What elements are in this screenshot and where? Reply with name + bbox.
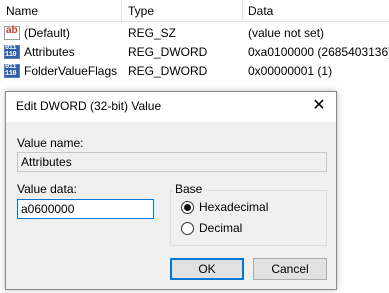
radio-decimal-label[interactable]: Decimal — [199, 221, 242, 235]
column-header-name[interactable]: Name — [0, 0, 38, 22]
value-data-input[interactable]: a0600000 — [17, 199, 154, 219]
value-name-cell: FolderValueFlags — [24, 64, 118, 78]
radio-button[interactable] — [181, 201, 194, 214]
dialog-title: Edit DWORD (32-bit) Value — [16, 99, 162, 113]
value-type-cell: REG_DWORD — [128, 45, 208, 59]
value-data-cell: 0xa0100000 (2685403136) — [248, 45, 389, 59]
value-name-cell: Attributes — [24, 45, 75, 59]
value-type-cell: REG_SZ — [128, 26, 177, 40]
radio-hexadecimal[interactable]: Hexadecimal — [181, 200, 311, 216]
value-name-field: Attributes — [17, 152, 327, 172]
radio-button[interactable] — [181, 222, 194, 235]
cancel-button[interactable]: Cancel — [253, 258, 327, 280]
column-header-type[interactable]: Type — [122, 0, 154, 22]
value-data-cell: 0x00000001 (1) — [248, 64, 333, 78]
list-row-foldervalueflags[interactable]: 011 110 FolderValueFlags REG_DWORD 0x000… — [0, 62, 389, 81]
value-data-label: Value data: — [17, 182, 77, 196]
base-groupbox — [170, 190, 327, 246]
list-row-attributes[interactable]: 011 110 Attributes REG_DWORD 0xa0100000 … — [0, 43, 389, 62]
value-name-cell: (Default) — [24, 26, 71, 40]
base-group-label: Base — [173, 182, 205, 196]
list-row-default[interactable]: ab (Default) REG_SZ (value not set) — [0, 24, 389, 43]
dword-value-icon: 011 110 — [4, 45, 20, 59]
dialog-titlebar[interactable]: Edit DWORD (32-bit) Value ✕ — [6, 92, 336, 122]
value-type-cell: REG_DWORD — [128, 64, 208, 78]
value-data-cell: (value not set) — [248, 26, 325, 40]
list-header: Name Type Data — [0, 0, 389, 22]
column-header-data[interactable]: Data — [242, 0, 273, 22]
registry-value-list: Name Type Data ab (Default) REG_SZ (valu… — [0, 0, 389, 90]
close-icon[interactable]: ✕ — [306, 94, 332, 120]
radio-decimal[interactable]: Decimal — [181, 221, 311, 237]
radio-hexadecimal-label[interactable]: Hexadecimal — [199, 200, 268, 214]
dword-value-icon: 011 110 — [4, 64, 20, 78]
edit-dword-dialog: Edit DWORD (32-bit) Value ✕ Value name: … — [5, 91, 337, 290]
ok-button[interactable]: OK — [170, 258, 244, 280]
value-name-label: Value name: — [17, 136, 84, 150]
string-value-icon: ab — [4, 25, 20, 40]
